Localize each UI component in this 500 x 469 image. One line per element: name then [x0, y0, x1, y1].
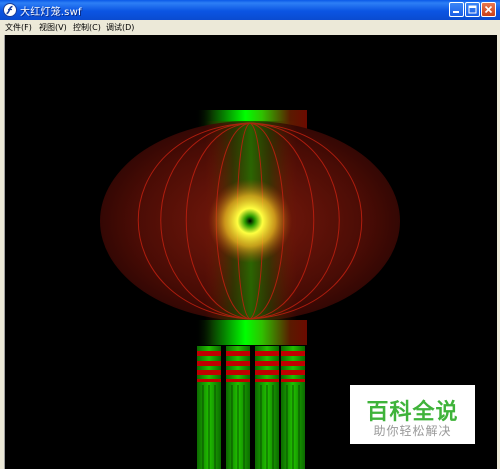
menu-bar: 文件(F) 视图(V) 控制(C) 调试(D) — [0, 20, 500, 35]
flash-app-icon — [3, 3, 17, 17]
maximize-button[interactable] — [465, 2, 480, 17]
lantern-light — [208, 179, 292, 263]
close-button[interactable] — [481, 2, 496, 17]
watermark-badge: 百科全说 助你轻松解决 — [350, 385, 475, 444]
flash-player-window: 大红灯笼.swf 文件(F) 视图(V) 控制(C) 调试(D) 百科全说 助你… — [0, 0, 500, 469]
lantern-tassels — [197, 346, 305, 469]
menu-debug[interactable]: 调试(D) — [106, 22, 134, 33]
menu-file[interactable]: 文件(F) — [5, 22, 32, 33]
menu-view[interactable]: 视图(V) — [39, 22, 67, 33]
watermark-subtitle: 助你轻松解决 — [373, 424, 452, 438]
menu-control[interactable]: 控制(C) — [73, 22, 101, 33]
close-icon — [484, 5, 493, 14]
window-title: 大红灯笼.swf — [20, 7, 82, 18]
title-bar[interactable]: 大红灯笼.swf — [0, 0, 500, 20]
lantern-bottom-cap — [195, 320, 307, 345]
maximize-icon — [468, 5, 477, 14]
minimize-icon — [453, 11, 459, 13]
minimize-button[interactable] — [449, 2, 464, 17]
